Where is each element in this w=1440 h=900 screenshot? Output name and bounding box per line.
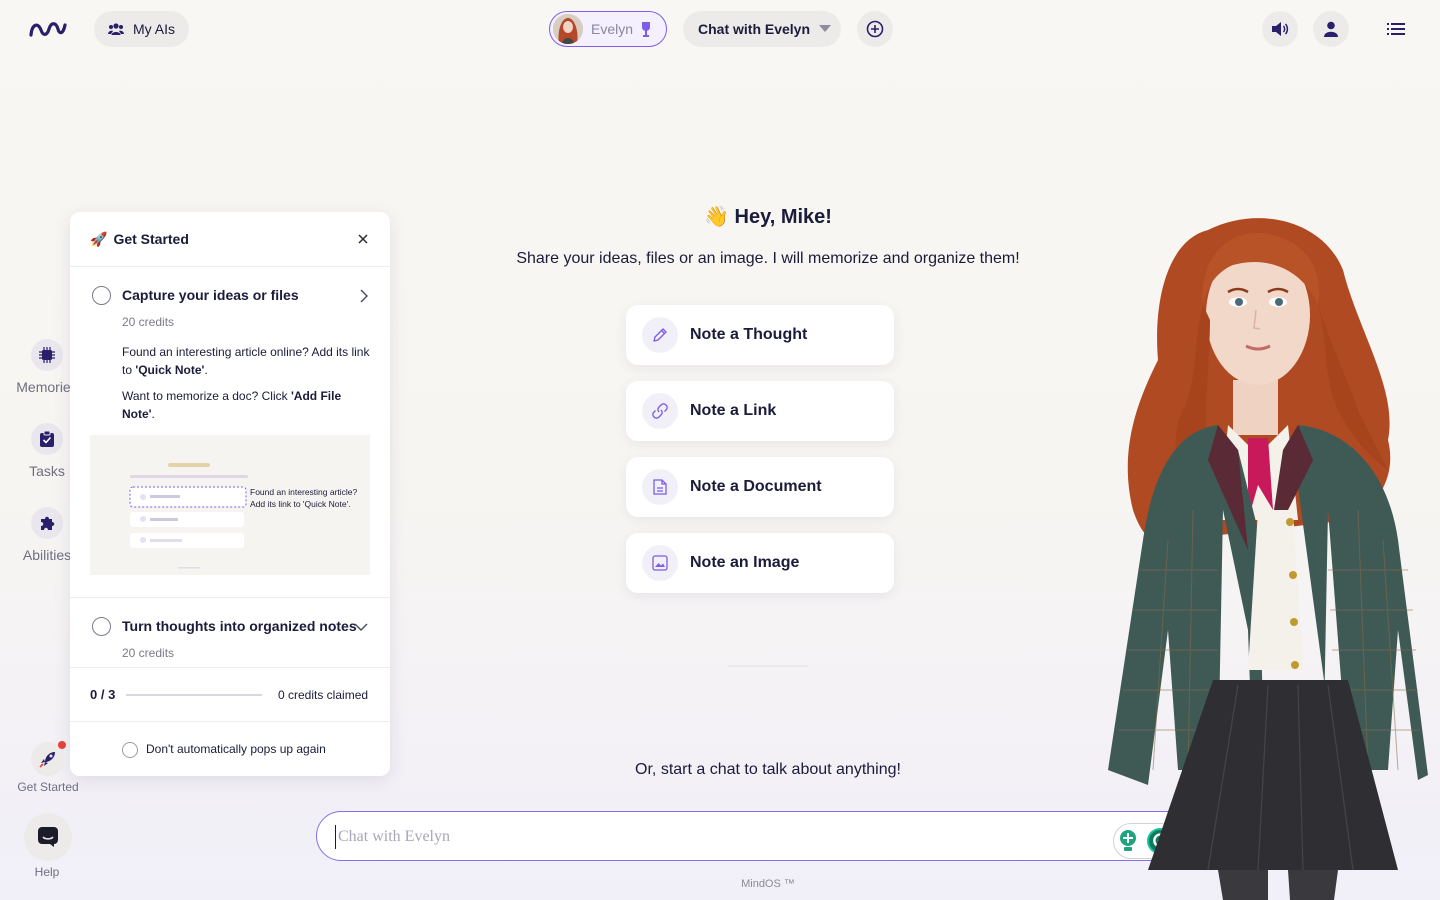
chevron-right-icon[interactable] — [360, 289, 368, 303]
step-organize-notes[interactable]: Turn thoughts into organized notes 20 cr… — [70, 598, 390, 660]
profile-button[interactable] — [1313, 11, 1349, 47]
my-ais-button[interactable]: My AIs — [94, 11, 189, 47]
note-link-label: Note a Link — [690, 402, 777, 419]
divider — [728, 665, 808, 667]
progress-bar — [126, 693, 262, 696]
get-started-header: 🚀 Get Started — [70, 212, 390, 267]
help-button[interactable] — [24, 813, 72, 861]
note-document-button[interactable]: Note a Document — [626, 457, 894, 517]
progress-count: 0 / 3 — [90, 687, 116, 702]
chevron-down-icon[interactable] — [354, 623, 368, 631]
list-icon — [1387, 23, 1405, 35]
ai-selector[interactable]: Evelyn — [549, 11, 667, 47]
credits-claimed: 0 credits claimed — [278, 687, 369, 702]
note-thought-button[interactable]: Note a Thought — [626, 305, 894, 365]
brand-footer: MindOS ™ — [741, 878, 795, 890]
chat-input-bar — [316, 811, 1221, 861]
user-icon — [1324, 21, 1338, 37]
mindos-logo[interactable] — [28, 18, 68, 40]
chat-input[interactable] — [335, 825, 1095, 849]
step-radio[interactable] — [92, 617, 111, 636]
chat-mode-dropdown[interactable]: Chat with Evelyn — [683, 11, 841, 47]
puzzle-icon — [31, 507, 63, 539]
rocket-icon: 🚀 — [90, 230, 108, 247]
clipboard-icon — [31, 423, 63, 455]
caret-down-icon — [819, 25, 832, 32]
speaker-icon — [1272, 22, 1289, 36]
add-circle-icon — [866, 20, 884, 38]
help-label: Help — [34, 865, 60, 879]
top-bar: My AIs Evelyn Chat with Evelyn — [0, 0, 1440, 58]
step-title: Capture your ideas or files — [122, 287, 299, 303]
rocket-icon — [39, 752, 55, 768]
dont-popup-row[interactable]: Don't automatically pops up again — [70, 722, 390, 776]
note-document-label: Note a Document — [690, 478, 822, 495]
pencil-icon — [642, 317, 678, 353]
step-radio[interactable] — [92, 286, 111, 305]
menu-button[interactable] — [1378, 11, 1414, 47]
people-icon — [108, 23, 124, 35]
link-icon — [642, 393, 678, 429]
get-started-panel: 🚀 Get Started Capture your ideas or file… — [70, 212, 390, 776]
step-description-file: Want to memorize a doc? Click 'Add File … — [122, 389, 342, 421]
progress-row: 0 / 3 0 credits claimed — [70, 667, 390, 722]
get-started-rail-label: Get Started — [17, 780, 79, 794]
trophy-icon — [642, 22, 651, 37]
note-image-button[interactable]: Note an Image — [626, 533, 894, 593]
greeting-heading: 👋 Hey, Mike! — [704, 206, 832, 228]
new-chat-button[interactable] — [857, 11, 893, 47]
note-image-label: Note an Image — [690, 554, 800, 571]
my-ais-label: My AIs — [133, 21, 176, 37]
sound-toggle-button[interactable] — [1262, 11, 1298, 47]
close-icon[interactable] — [356, 232, 370, 246]
evelyn-character-avatar[interactable] — [1098, 210, 1428, 900]
step-description-link: Found an interesting article online? Add… — [122, 345, 370, 377]
dont-popup-label: Don't automatically pops up again — [146, 742, 326, 756]
start-chat-hint: Or, start a chat to talk about anything! — [635, 761, 901, 778]
step-credits: 20 credits — [122, 315, 175, 329]
preview-caption: Found an interesting article? Add its li… — [250, 487, 358, 509]
get-started-title: Get Started — [113, 231, 189, 247]
evelyn-avatar — [553, 14, 583, 44]
ai-name: Evelyn — [591, 21, 634, 37]
dont-popup-checkbox[interactable] — [122, 742, 138, 758]
note-link-button[interactable]: Note a Link — [626, 381, 894, 441]
notification-dot — [58, 741, 66, 749]
step-preview-image: Found an interesting article? Add its li… — [90, 435, 370, 575]
chat-bubble-icon — [38, 827, 58, 847]
chat-mode-label: Chat with Evelyn — [698, 21, 811, 37]
step-capture-ideas[interactable]: Capture your ideas or files 20 credits F… — [70, 267, 390, 423]
step-title: Turn thoughts into organized notes — [122, 618, 357, 634]
note-thought-label: Note a Thought — [690, 326, 808, 343]
document-icon — [642, 469, 678, 505]
chip-icon — [31, 339, 63, 371]
step-credits: 20 credits — [122, 646, 175, 660]
image-icon — [642, 545, 678, 581]
greeting-subtitle: Share your ideas, files or an image. I w… — [516, 250, 1020, 267]
